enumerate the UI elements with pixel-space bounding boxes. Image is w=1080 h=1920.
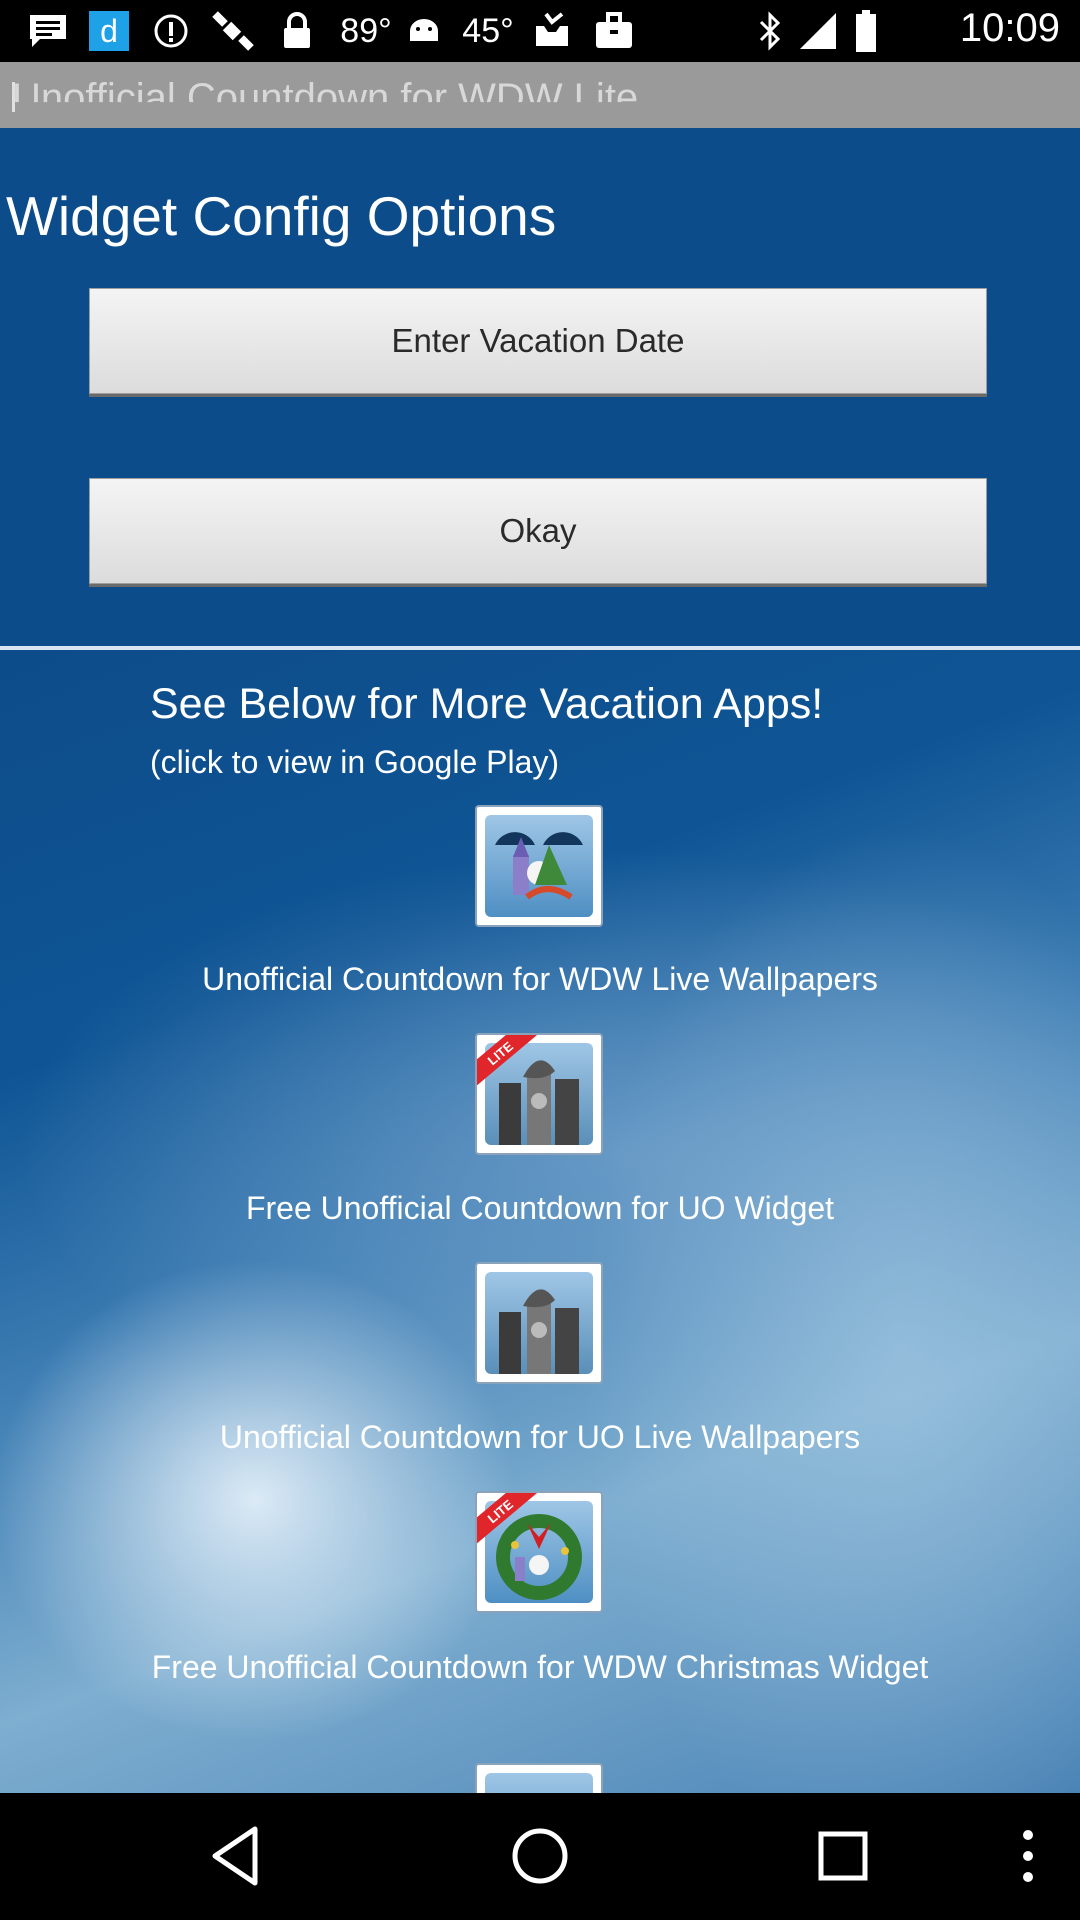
home-icon[interactable] bbox=[505, 1821, 575, 1891]
back-icon[interactable] bbox=[203, 1821, 273, 1891]
dictionary-app-icon: d bbox=[88, 10, 130, 52]
tower-app-icon[interactable] bbox=[475, 1262, 603, 1384]
okay-button[interactable]: Okay bbox=[89, 478, 987, 584]
config-heading: Widget Config Options bbox=[6, 185, 557, 247]
inbox-icon bbox=[530, 10, 574, 52]
bluetooth-icon bbox=[752, 10, 788, 52]
android-icon bbox=[402, 10, 446, 52]
widget-config-panel: Widget Config Options Enter Vacation Dat… bbox=[0, 128, 1080, 646]
app-title-bar: Unofficial Countdown for WDW Lite bbox=[0, 62, 1080, 128]
tower-app-icon[interactable]: LITE bbox=[475, 1033, 603, 1155]
briefcase-icon bbox=[592, 10, 636, 52]
castle-app-icon[interactable] bbox=[475, 805, 603, 927]
battery-icon bbox=[852, 10, 880, 52]
clock: 10:09 bbox=[959, 6, 1060, 50]
app-label-wdw-live-wallpapers[interactable]: Unofficial Countdown for WDW Live Wallpa… bbox=[0, 958, 1080, 1001]
lock-icon bbox=[278, 10, 316, 52]
signal-icon bbox=[796, 10, 840, 52]
message-icon bbox=[26, 10, 70, 52]
status-bar: d 89° 45° 10:09 bbox=[0, 0, 1080, 62]
info-icon bbox=[150, 10, 192, 52]
apps-heading: See Below for More Vacation Apps! bbox=[150, 680, 824, 728]
app-label-wdw-christmas-widget[interactable]: Free Unofficial Countdown for WDW Christ… bbox=[140, 1646, 940, 1689]
app-title: Unofficial Countdown for WDW Lite bbox=[12, 76, 639, 120]
navigation-bar bbox=[0, 1793, 1080, 1920]
more-options-icon[interactable] bbox=[1000, 1821, 1056, 1891]
temperature-2: 45° bbox=[462, 11, 514, 50]
recents-icon[interactable] bbox=[808, 1821, 878, 1891]
fake-gps-icon bbox=[210, 10, 256, 52]
apps-subheading: (click to view in Google Play) bbox=[150, 744, 560, 780]
more-apps-panel: See Below for More Vacation Apps! (click… bbox=[0, 650, 1080, 1793]
wreath-app-icon[interactable]: LITE bbox=[475, 1491, 603, 1613]
partial-app-icon[interactable] bbox=[475, 1763, 603, 1793]
enter-vacation-date-button[interactable]: Enter Vacation Date bbox=[89, 288, 987, 394]
app-label-uo-live-wallpapers[interactable]: Unofficial Countdown for UO Live Wallpap… bbox=[0, 1416, 1080, 1459]
temperature-1: 89° bbox=[340, 11, 392, 50]
app-label-uo-widget[interactable]: Free Unofficial Countdown for UO Widget bbox=[0, 1187, 1080, 1230]
